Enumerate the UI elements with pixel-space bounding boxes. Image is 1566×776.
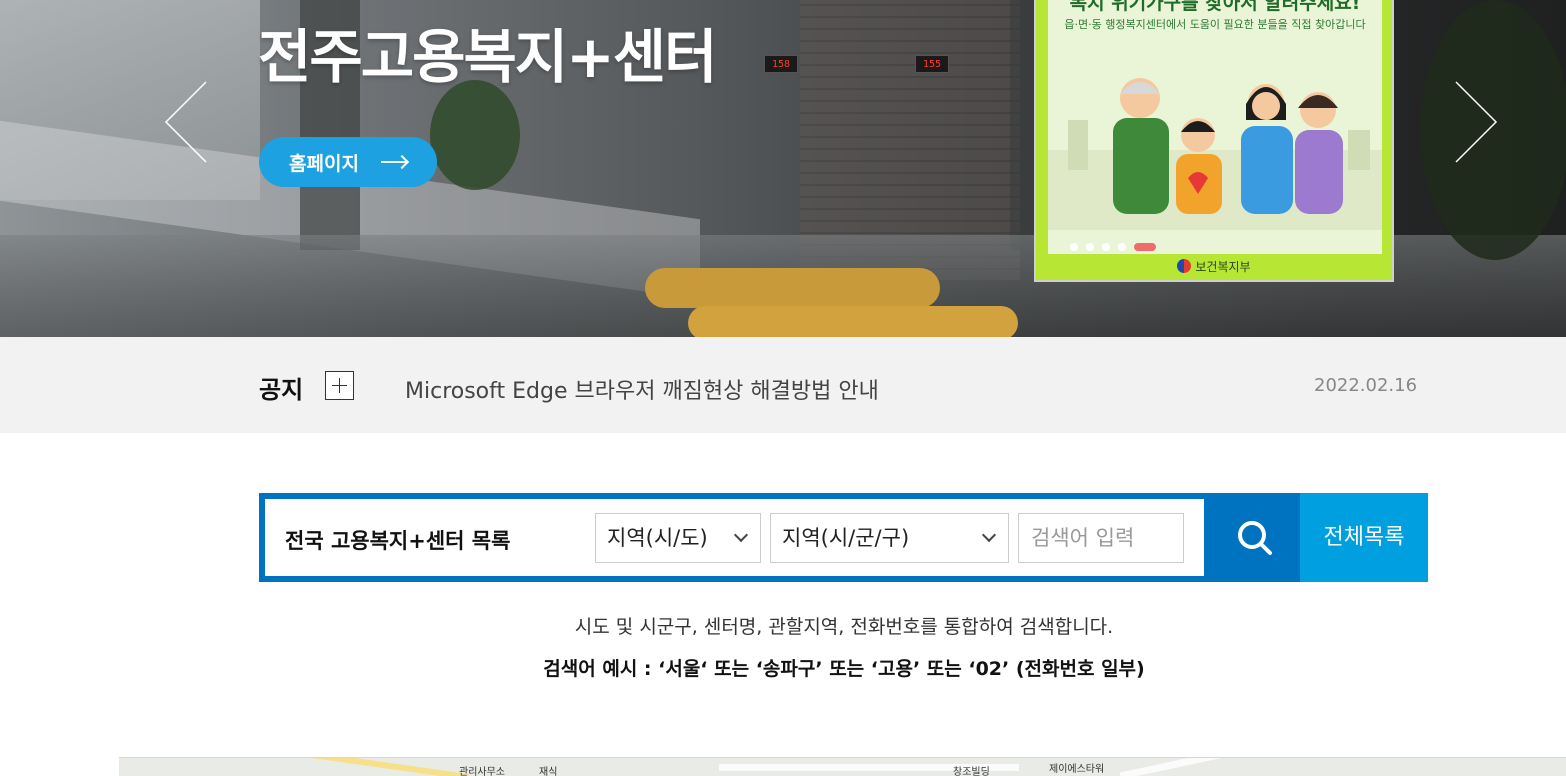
- hero-bg-bench: [645, 268, 940, 308]
- pagination-dot[interactable]: [1102, 243, 1110, 251]
- banner-slide: 복지 위기가구를 찾아서 알려주세요! 읍·면·동 행정복지센터에서 도움이 필…: [1048, 0, 1382, 254]
- map-label: 창조빌딩: [953, 767, 990, 776]
- map-road: [269, 758, 469, 776]
- region-sido-value: 지역(시/도): [607, 526, 708, 550]
- map-road: [1119, 758, 1239, 776]
- welfare-banner[interactable]: 복지 위기가구를 찾아서 알려주세요! 읍·면·동 행정복지센터에서 도움이 필…: [1034, 0, 1394, 282]
- hero-title: 전주고용복지+센터: [258, 23, 717, 91]
- notice-link[interactable]: Microsoft Edge 브라우저 깨짐현상 해결방법 안내: [405, 373, 879, 405]
- search-help-text: 시도 및 시군구, 센터명, 관할지역, 전화번호를 통합하여 검색합니다.: [574, 616, 1114, 638]
- banner-pagination: [1070, 243, 1156, 251]
- chevron-left-icon: [164, 81, 207, 163]
- taegeuk-emblem-icon: [1177, 259, 1192, 273]
- center-search-form: 전국 고용복지+센터 목록 지역(시/도) 지역(시/군/구): [259, 493, 1210, 582]
- queue-display: 155: [915, 55, 949, 73]
- pagination-dot[interactable]: [1086, 243, 1094, 251]
- homepage-button-label: 홈페이지: [289, 152, 359, 175]
- queue-display: 158: [764, 55, 798, 73]
- search-icon: [1238, 521, 1272, 555]
- notice-more-plus-icon[interactable]: [325, 371, 354, 400]
- search-button[interactable]: [1210, 493, 1300, 582]
- ministry-name: 보건복지부: [1195, 260, 1251, 274]
- region-sigungu-value: 지역(시/군/구): [782, 526, 910, 550]
- hero-next-arrow[interactable]: [1452, 80, 1502, 164]
- family-illustration: [1048, 78, 1382, 230]
- region-sigungu-select[interactable]: 지역(시/군/구): [770, 513, 1009, 563]
- chevron-right-icon: [1455, 81, 1498, 163]
- pagination-dot[interactable]: [1118, 243, 1126, 251]
- notice-bar: 공지 Microsoft Edge 브라우저 깨짐현상 해결방법 안내 2022…: [0, 337, 1566, 433]
- notice-date: 2022.02.16: [1314, 375, 1418, 396]
- chevron-down-icon: [981, 527, 997, 543]
- pagination-dot[interactable]: [1070, 243, 1078, 251]
- homepage-button[interactable]: 홈페이지: [259, 137, 437, 187]
- map-view[interactable]: 관리사무소 재식 창조빌딩 제이에스타워: [119, 757, 1566, 776]
- pagination-dot-active[interactable]: [1134, 243, 1156, 251]
- hero-prev-arrow[interactable]: [160, 80, 210, 164]
- map-label: 제이에스타워: [1049, 764, 1105, 775]
- chevron-down-icon: [733, 527, 749, 543]
- hero-bg-bench: [688, 306, 1018, 337]
- region-sido-select[interactable]: 지역(시/도): [595, 513, 761, 563]
- banner-subtext: 읍·면·동 행정복지센터에서 도움이 필요한 분들을 직접 찾아갑니다: [1064, 18, 1366, 31]
- search-title: 전국 고용복지+센터 목록: [285, 529, 511, 553]
- map-label: 관리사무소: [459, 767, 505, 776]
- ministry-logo: 보건복지부: [1036, 258, 1392, 275]
- arrow-right-icon: [381, 161, 407, 163]
- banner-headline: 복지 위기가구를 찾아서 알려주세요!: [1069, 0, 1361, 14]
- map-label: 재식: [539, 767, 558, 776]
- hero-bg-plant: [430, 80, 520, 190]
- search-example-text: 검색어 예시 : ‘서울‘ 또는 ‘송파구’ 또는 ‘고용’ 또는 ‘02’ (…: [543, 658, 1145, 680]
- all-list-button[interactable]: 전체목록: [1300, 493, 1428, 582]
- notice-label: 공지: [259, 376, 304, 404]
- search-input[interactable]: [1018, 513, 1184, 563]
